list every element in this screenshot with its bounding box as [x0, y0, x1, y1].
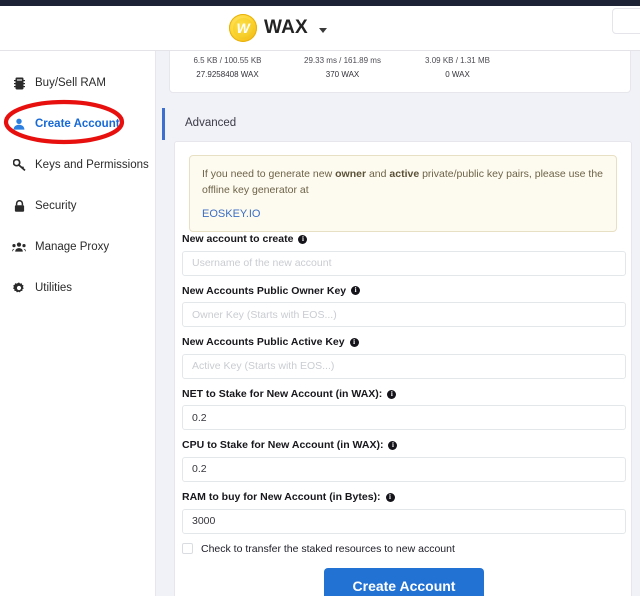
resource-stat-amount: 0 WAX [445, 70, 470, 79]
advanced-section-header: Advanced [156, 105, 640, 141]
field-label: NET to Stake for New Account (in WAX): i [182, 388, 626, 401]
header-right-panel-stub[interactable] [612, 8, 640, 34]
info-icon[interactable]: i [385, 492, 395, 502]
ram-buy-input[interactable] [182, 508, 626, 534]
field-net-stake: NET to Stake for New Account (in WAX): i [182, 388, 626, 431]
submit-row: Create Account [182, 567, 626, 596]
field-label: CPU to Stake for New Account (in WAX): i [182, 439, 626, 452]
field-label: New account to create i [182, 233, 626, 246]
sidebar-item-buy-sell-ram[interactable]: Buy/Sell RAM [0, 72, 155, 94]
resource-stat-amount: 370 WAX [325, 70, 360, 79]
resource-stat-cpu: 29.33 ms / 161.89 ms 370 WAX [285, 54, 400, 82]
wax-coin-logo-icon: W [229, 14, 258, 42]
resources-summary-row: 6.5 KB / 100.55 KB 27.9258408 WAX 29.33 … [170, 54, 630, 82]
notice-text-part1: If you need to generate new [202, 168, 336, 180]
info-icon[interactable]: i [351, 286, 361, 296]
field-label-text: New account to create [182, 233, 294, 245]
resource-stat-value: 29.33 ms / 161.89 ms [304, 56, 381, 65]
brand-name: WAX [264, 17, 308, 38]
wax-coin-letter: W [236, 20, 250, 36]
gear-icon [12, 282, 26, 294]
transfer-resources-label: Check to transfer the staked resources t… [201, 542, 455, 555]
main-content: 6.5 KB / 100.55 KB 27.9258408 WAX 29.33 … [156, 51, 640, 596]
sidebar-item-label: Security [35, 200, 77, 212]
info-icon[interactable]: i [387, 389, 397, 399]
sidebar-item-label: Keys and Permissions [35, 159, 149, 171]
lock-icon [12, 200, 26, 212]
section-accent-bar [162, 108, 165, 140]
sidebar-item-manage-proxy[interactable]: Manage Proxy [0, 236, 155, 258]
sidebar-item-security[interactable]: Security [0, 195, 155, 217]
info-icon[interactable]: i [349, 337, 359, 347]
field-active-key: New Accounts Public Active Key i [182, 336, 626, 379]
advanced-label: Advanced [185, 117, 237, 129]
app-header: W WAX [0, 6, 640, 50]
sidebar-item-label: Create Account [35, 118, 120, 130]
sidebar-item-create-account[interactable]: Create Account [0, 113, 155, 135]
create-account-fields: New account to create i New Accounts Pub… [182, 233, 626, 596]
sidebar-item-label: Manage Proxy [35, 241, 110, 253]
sidebar-item-utilities[interactable]: Utilities [0, 277, 155, 299]
create-account-form-card: If you need to generate new owner and ac… [174, 141, 632, 596]
field-label: New Accounts Public Active Key i [182, 336, 626, 349]
user-icon [12, 118, 26, 130]
field-label-text: NET to Stake for New Account (in WAX): [182, 387, 383, 400]
resource-stat-value: 6.5 KB / 100.55 KB [193, 56, 262, 65]
owner-key-input[interactable] [182, 302, 626, 328]
cpu-stake-input[interactable] [182, 456, 626, 482]
field-label-text: New Accounts Public Owner Key [182, 284, 347, 297]
field-ram-buy: RAM to buy for New Account (in Bytes): i [182, 491, 626, 534]
field-label-text: New Accounts Public Active Key [182, 336, 345, 349]
users-group-icon [12, 242, 26, 252]
memory-chip-icon [12, 77, 26, 90]
eoskey-link[interactable]: EOSKEY.IO [202, 208, 604, 220]
resource-stat-value: 3.09 KB / 1.31 MB [425, 56, 490, 65]
brand-selector[interactable]: W WAX [229, 14, 327, 42]
field-label-text: RAM to buy for New Account (in Bytes): [182, 490, 381, 503]
create-account-button[interactable]: Create Account [323, 567, 485, 596]
notice-text-part2: and [366, 168, 390, 180]
info-icon[interactable]: i [298, 234, 308, 244]
resource-stat-amount: 27.9258408 WAX [196, 70, 259, 79]
sidebar-item-keys-and-permissions[interactable]: Keys and Permissions [0, 154, 155, 176]
field-label: RAM to buy for New Account (in Bytes): i [182, 491, 626, 504]
sidebar-item-label: Buy/Sell RAM [35, 77, 106, 89]
field-label: New Accounts Public Owner Key i [182, 285, 626, 298]
notice-owner-keyword: owner [335, 168, 367, 180]
field-new-account-name: New account to create i [182, 233, 626, 276]
chevron-down-icon[interactable] [318, 27, 327, 33]
field-cpu-stake: CPU to Stake for New Account (in WAX): i [182, 439, 626, 482]
active-key-input[interactable] [182, 353, 626, 379]
field-owner-key: New Accounts Public Owner Key i [182, 285, 626, 328]
sidebar-item-label: Utilities [35, 282, 73, 294]
key-generator-notice: If you need to generate new owner and ac… [189, 155, 617, 232]
key-icon [12, 159, 26, 171]
info-icon[interactable]: i [388, 441, 398, 451]
key-generator-notice-text: If you need to generate new owner and ac… [202, 166, 604, 199]
sidebar-nav: Buy/Sell RAM Create Account Keys and Per… [0, 51, 155, 596]
notice-active-keyword: active [389, 168, 420, 180]
field-label-text: CPU to Stake for New Account (in WAX): [182, 439, 384, 452]
resource-stat-ram: 6.5 KB / 100.55 KB 27.9258408 WAX [170, 54, 285, 82]
transfer-resources-checkbox[interactable] [182, 543, 193, 555]
resources-summary-card: 6.5 KB / 100.55 KB 27.9258408 WAX 29.33 … [169, 51, 631, 93]
resource-stat-net: 3.09 KB / 1.31 MB 0 WAX [400, 54, 515, 82]
transfer-resources-row[interactable]: Check to transfer the staked resources t… [182, 543, 626, 555]
net-stake-input[interactable] [182, 405, 626, 431]
new-account-name-input[interactable] [182, 250, 626, 276]
